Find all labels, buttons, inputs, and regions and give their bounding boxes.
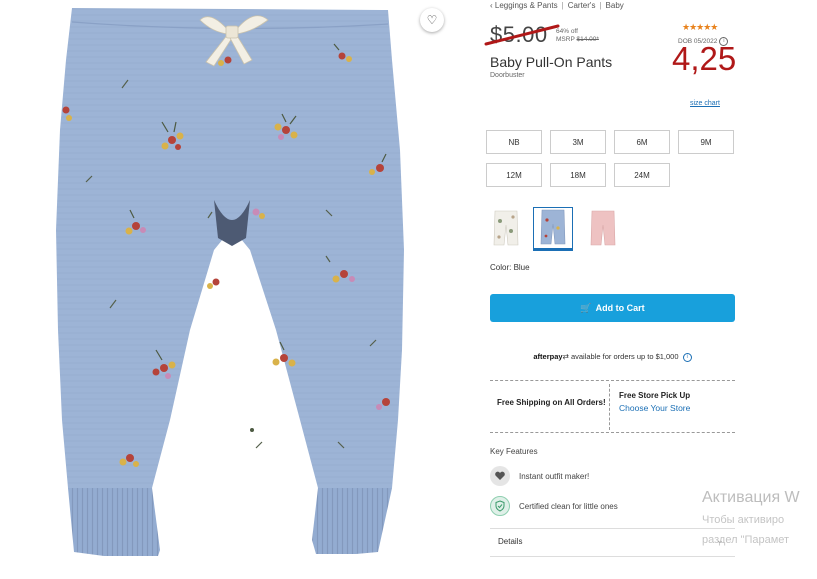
add-to-cart-button[interactable]: 🛒 Add to Cart bbox=[490, 294, 735, 322]
feature-label: Instant outfit maker! bbox=[519, 471, 590, 481]
feature-label: Certified clean for little ones bbox=[519, 501, 618, 511]
details-top-divider bbox=[490, 528, 735, 529]
breadcrumb: ‹ Leggings & Pants | Carter's | Baby bbox=[490, 1, 624, 10]
product-image bbox=[0, 0, 480, 574]
discount-info: 64% off MSRP $14.00* bbox=[556, 28, 599, 44]
discount-percent: 64% off bbox=[556, 28, 578, 35]
heart-hanger-icon bbox=[490, 466, 510, 486]
afterpay-arrows-icon: ⇄ bbox=[562, 352, 569, 361]
pants-illustration bbox=[56, 8, 404, 556]
size-option-6m[interactable]: 6M bbox=[614, 130, 670, 154]
color-swatch-floral-blue[interactable] bbox=[533, 207, 573, 251]
breadcrumb-item-leggings[interactable]: ‹ Leggings & Pants bbox=[490, 1, 558, 10]
feature-item-outfit-maker: Instant outfit maker! bbox=[490, 466, 589, 486]
add-to-cart-label: Add to Cart bbox=[595, 303, 645, 313]
heart-icon: ♡ bbox=[426, 13, 438, 27]
shipping-top-divider bbox=[490, 380, 735, 381]
afterpay-info-icon[interactable]: i bbox=[682, 352, 692, 362]
breadcrumb-item-baby[interactable]: Baby bbox=[606, 1, 624, 10]
rating-stars[interactable]: ★★★★★ bbox=[682, 22, 718, 33]
key-features-title: Key Features bbox=[490, 447, 538, 456]
afterpay-text: available for orders up to $1,000 bbox=[570, 352, 679, 361]
shield-check-icon bbox=[490, 496, 510, 516]
free-shipping-text: Free Shipping on All Orders! bbox=[497, 398, 606, 407]
wishlist-heart-button[interactable]: ♡ bbox=[420, 8, 444, 32]
color-swatch-pink[interactable] bbox=[583, 207, 623, 251]
new-price-annotation: 4,25 bbox=[672, 40, 737, 77]
msrp-value: $14.00* bbox=[576, 36, 599, 43]
shipping-middle-divider bbox=[609, 384, 610, 430]
shipping-bottom-divider bbox=[490, 432, 735, 433]
color-swatch-floral-white[interactable] bbox=[486, 207, 526, 251]
windows-activation-watermark-title: Активация W bbox=[702, 489, 800, 506]
product-subtitle: Doorbuster bbox=[490, 72, 525, 79]
size-option-9m[interactable]: 9M bbox=[678, 130, 734, 154]
windows-activation-watermark-line: раздел "Парамет bbox=[702, 534, 790, 546]
swatch-pink-pants-icon bbox=[590, 210, 616, 246]
selected-color-label: Color: Blue bbox=[490, 263, 530, 272]
swatch-blue-pants-icon bbox=[540, 209, 566, 245]
size-option-3m[interactable]: 3M bbox=[550, 130, 606, 154]
windows-activation-watermark-line: Чтобы активиро bbox=[702, 514, 785, 526]
size-option-24m[interactable]: 24M bbox=[614, 163, 670, 187]
details-accordion-toggle[interactable]: Details bbox=[498, 537, 522, 546]
msrp-label: MSRP bbox=[556, 36, 575, 43]
details-bottom-divider bbox=[490, 556, 735, 557]
store-pickup-title: Free Store Pick Up bbox=[619, 391, 691, 400]
size-option-12m[interactable]: 12M bbox=[486, 163, 542, 187]
breadcrumb-item-brand[interactable]: Carter's bbox=[568, 1, 596, 10]
size-option-18m[interactable]: 18M bbox=[550, 163, 606, 187]
product-title: Baby Pull-On Pants bbox=[490, 54, 613, 70]
size-option-nb[interactable]: NB bbox=[486, 130, 542, 154]
choose-store-link[interactable]: Choose Your Store bbox=[619, 403, 690, 413]
feature-item-certified-clean: Certified clean for little ones bbox=[490, 496, 618, 516]
size-chart-link[interactable]: size chart bbox=[690, 100, 720, 107]
swatch-white-pants-icon bbox=[493, 210, 519, 246]
price-strike-annotation bbox=[484, 24, 560, 46]
afterpay-logo: afterpay bbox=[533, 352, 563, 361]
afterpay-info: afterpay⇄ available for orders up to $1,… bbox=[490, 352, 735, 362]
cart-icon: 🛒 bbox=[580, 302, 592, 313]
